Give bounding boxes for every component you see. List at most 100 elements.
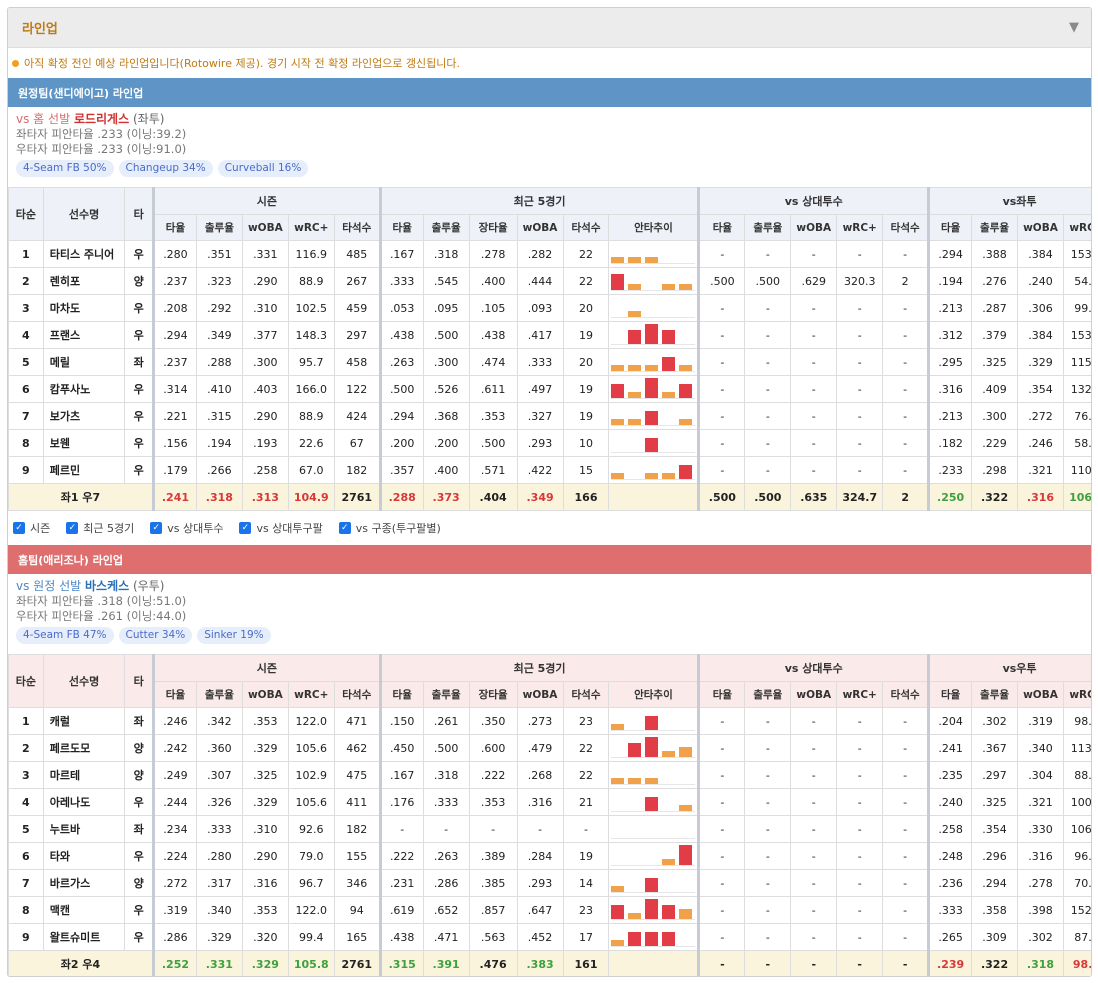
recent-stat: .385 xyxy=(468,869,518,897)
trend-bar xyxy=(679,747,693,757)
table-row[interactable]: 1 타티스 주니어 우 .280.351.331 116.9 485.167.318.27… xyxy=(8,240,1091,268)
total-vs-pitcher-stat: - xyxy=(882,950,931,976)
total-label: 좌2 우4 xyxy=(8,950,155,976)
trend-bar xyxy=(628,392,642,398)
season-stat: .288 xyxy=(195,348,243,376)
table-row[interactable]: 7 보가츠 우 .221.315.290 88.9 424.294.368.353.327… xyxy=(8,402,1091,430)
recent-stat: .647 xyxy=(516,896,564,924)
table-row[interactable]: 6 캄푸사노 우 .314.410.403 166.0 122.500.526.611.4… xyxy=(8,375,1091,403)
batting-order: 6 xyxy=(8,375,44,403)
recent-stat: .176 xyxy=(379,788,424,816)
collapse-triangle-icon[interactable]: ▼ xyxy=(1069,20,1079,35)
table-row[interactable]: 2 렌히포 양 .237.323.290 88.9 267.333.545.400.444… xyxy=(8,267,1091,295)
player-name[interactable]: 타와 xyxy=(42,842,126,870)
toggle-checkbox[interactable]: ✓ vs 상대투수 xyxy=(150,520,223,536)
player-name[interactable]: 페르민 xyxy=(42,456,126,484)
player-name[interactable]: 마르테 xyxy=(42,761,126,789)
player-name[interactable]: 아레나도 xyxy=(42,788,126,816)
checkbox-checked-icon[interactable]: ✓ xyxy=(66,522,79,534)
toggle-checkbox[interactable]: ✓ vs 상대투구팔 xyxy=(239,520,323,536)
checkbox-checked-icon[interactable]: ✓ xyxy=(239,522,252,534)
season-stat: 411 xyxy=(333,788,382,816)
split-stat: .298 xyxy=(971,456,1018,484)
player-name[interactable]: 맥캔 xyxy=(42,896,126,924)
split-stat: .312 xyxy=(928,321,973,349)
player-name[interactable]: 누트바 xyxy=(42,815,126,843)
vs-pitcher-stat: - xyxy=(882,294,931,322)
player-name[interactable]: 프랜스 xyxy=(42,321,126,349)
split-stat: .321 xyxy=(1017,788,1064,816)
vs-pitcher-stat: - xyxy=(836,375,884,403)
player-name[interactable]: 페르도모 xyxy=(42,734,126,762)
toggle-checkbox[interactable]: ✓ vs 구종(투구팔별) xyxy=(338,520,441,536)
col-obp: 출루율 xyxy=(195,214,243,241)
season-stat: 79.0 xyxy=(287,842,335,870)
split-stat: .258 xyxy=(928,815,973,843)
toggle-checkbox[interactable]: ✓ 시즌 xyxy=(13,520,50,536)
home-lineup-table-wrap[interactable]: 타순 선수명 타 시즌 최근 5경기 vs 상대투수 vs우투 타율 출루율 wOBA wRC+ 타석… xyxy=(8,654,1091,976)
split-stat: .235 xyxy=(928,761,973,789)
batting-hand: 우 xyxy=(124,240,155,268)
panel-header[interactable]: 라인업 ▼ xyxy=(8,8,1091,48)
split-stat: .182 xyxy=(928,429,973,457)
toggle-checkbox[interactable]: ✓ 최근 5경기 xyxy=(66,520,134,536)
vs-pitcher-stat: - xyxy=(790,815,838,843)
player-name[interactable]: 메릴 xyxy=(42,348,126,376)
total-split-stat: 106.8 xyxy=(1062,483,1091,511)
table-row[interactable]: 5 누트바 좌 .234.333.310 92.6 182- - - - - - - - - - .258.3… xyxy=(8,815,1091,843)
season-stat: 92.6 xyxy=(287,815,335,843)
player-name[interactable]: 마차도 xyxy=(42,294,126,322)
trend-bar xyxy=(628,365,642,371)
table-row[interactable]: 8 보웬 우 .156.194.193 22.6 67.200.200.500.293 10… xyxy=(8,429,1091,457)
split-stat: .194 xyxy=(928,267,973,295)
player-name[interactable]: 보웬 xyxy=(42,429,126,457)
vs-pitcher-stat: - xyxy=(836,734,884,762)
total-recent-stat: .391 xyxy=(422,950,470,976)
split-stat: 96.7 xyxy=(1062,842,1091,870)
checkbox-checked-icon[interactable]: ✓ xyxy=(13,522,25,534)
table-row[interactable]: 4 프랜스 우 .294.349.377 148.3 297.438.500.438.41… xyxy=(8,321,1091,349)
table-row[interactable]: 3 마차도 우 .208.292.310 102.5 459.053.095.105.09… xyxy=(8,294,1091,322)
vs-pitcher-stat: - xyxy=(744,896,792,924)
right-batter-avg: 우타자 피안타율 .261 (이닝:44.0) xyxy=(16,609,187,623)
table-row[interactable]: 1 캐럴 좌 .246.342.353 122.0 471.150.261.350.273… xyxy=(8,707,1091,735)
checkbox-checked-icon[interactable]: ✓ xyxy=(338,522,351,534)
col-wrc: wRC+ xyxy=(1062,214,1091,241)
table-row[interactable]: 3 마르테 양 .249.307.325 102.9 475.167.318.222.26… xyxy=(8,761,1091,789)
col-ab: 타석수 xyxy=(882,214,931,241)
checkbox-checked-icon[interactable]: ✓ xyxy=(150,522,163,534)
trend-bar xyxy=(662,932,676,946)
table-row[interactable]: 9 페르민 우 .179.266.258 67.0 182.357.400.571.422… xyxy=(8,456,1091,484)
player-name[interactable]: 렌히포 xyxy=(42,267,126,295)
table-row[interactable]: 8 맥캔 우 .319.340.353 122.0 94.619.652.857.647 2… xyxy=(8,896,1091,924)
col-wrc: wRC+ xyxy=(287,214,335,241)
table-row[interactable]: 7 바르가스 양 .272.317.316 96.7 346.231.286.385.29… xyxy=(8,869,1091,897)
away-lineup-table-wrap[interactable]: 타순 선수명 타 시즌 최근 5경기 vs 상대투수 vs좌투 타율 출루율 wOBA wRC+ 타석… xyxy=(8,187,1091,511)
table-row[interactable]: 4 아레나도 우 .244.326.329 105.6 411.176.333.353.3… xyxy=(8,788,1091,816)
trend-bar xyxy=(611,257,625,263)
player-name[interactable]: 왈트슈미트 xyxy=(42,923,126,951)
pitcher-name-link[interactable]: 로드리게스 xyxy=(74,112,129,126)
total-recent-stat: .315 xyxy=(379,950,424,976)
season-stat: 148.3 xyxy=(287,321,335,349)
table-row[interactable]: 9 왈트슈미트 우 .286.329.320 99.4 165.438.471.563.4… xyxy=(8,923,1091,951)
table-row[interactable]: 5 메릴 좌 .237.288.300 95.7 458.263.300.474.333 2… xyxy=(8,348,1091,376)
col-order: 타순 xyxy=(8,654,44,708)
table-row[interactable]: 2 페르도모 양 .242.360.329 105.6 462.450.500.600.4… xyxy=(8,734,1091,762)
season-stat: .329 xyxy=(241,734,289,762)
player-name[interactable]: 바르가스 xyxy=(42,869,126,897)
trend-bar xyxy=(645,438,659,452)
recent-stat: .438 xyxy=(379,923,424,951)
recent-stat: .368 xyxy=(422,402,470,430)
col-obp: 출루율 xyxy=(744,214,792,241)
player-name[interactable]: 타티스 주니어 xyxy=(42,240,126,268)
season-stat: 105.6 xyxy=(287,788,335,816)
trend-bar xyxy=(662,392,676,398)
pitcher-name-link[interactable]: 바스케스 xyxy=(85,579,129,593)
recent-stat: .327 xyxy=(516,402,564,430)
player-name[interactable]: 캐럴 xyxy=(42,707,126,735)
batting-hand: 좌 xyxy=(124,348,155,376)
table-row[interactable]: 6 타와 우 .224.280.290 79.0 155.222.263.389.284 1… xyxy=(8,842,1091,870)
player-name[interactable]: 캄푸사노 xyxy=(42,375,126,403)
player-name[interactable]: 보가츠 xyxy=(42,402,126,430)
